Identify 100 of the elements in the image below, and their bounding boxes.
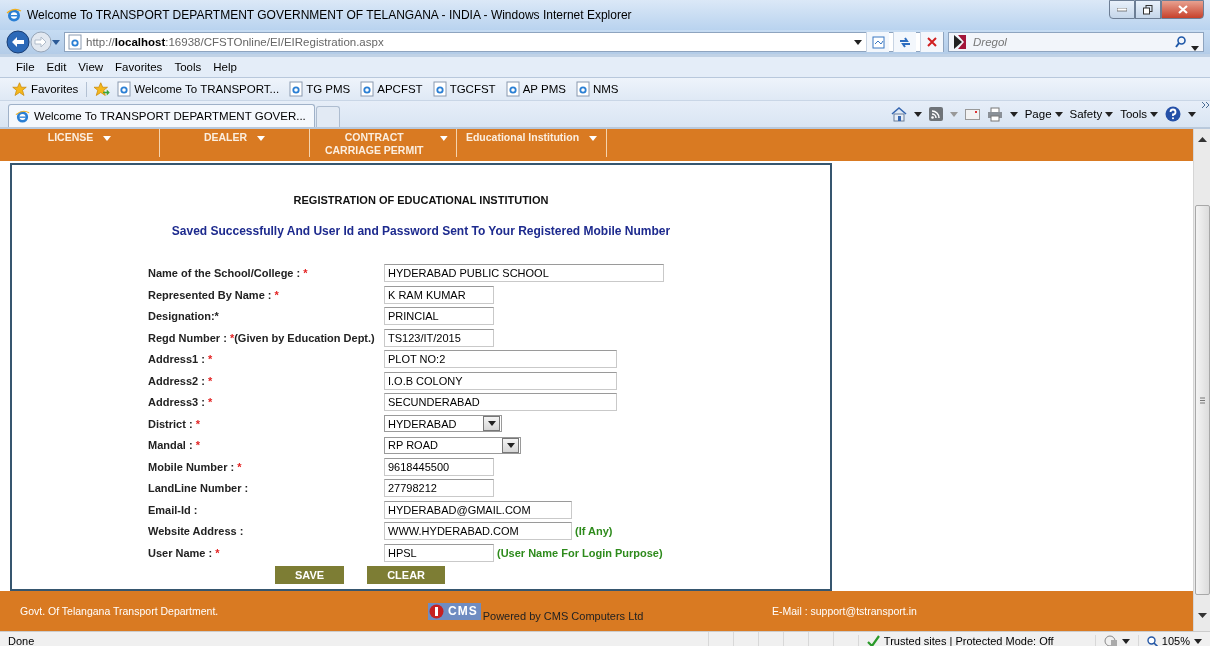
caret-icon: [913, 111, 922, 117]
page-icon: [505, 81, 520, 97]
text-field[interactable]: PLOT NO:2: [384, 350, 617, 369]
compatibility-button[interactable]: [866, 32, 889, 52]
zoom-level[interactable]: 105%: [1137, 635, 1210, 646]
favorites-button[interactable]: Favorites: [12, 81, 88, 97]
dropdown-caret-icon: [440, 136, 448, 141]
search-caret-icon: [1191, 46, 1199, 51]
favorite-link[interactable]: TGCFST: [429, 81, 499, 97]
favorite-link[interactable]: TG PMS: [286, 81, 354, 97]
page-icon: [117, 81, 132, 97]
command-menu[interactable]: Page: [1024, 108, 1063, 120]
stop-button[interactable]: [920, 32, 943, 52]
text-field[interactable]: HYDERABAD PUBLIC SCHOOL: [384, 264, 664, 283]
caret-icon: [949, 111, 958, 117]
field-label: Name of the School/College : *: [148, 267, 309, 280]
page-icon: [289, 81, 304, 97]
url-text: http://localhost:16938/CFSTOnline/EI/EIRegistration.aspx: [86, 36, 385, 48]
help-icon[interactable]: [1165, 106, 1181, 122]
field-label: Email-Id :: [148, 503, 199, 516]
search-provider-icon: [954, 35, 966, 49]
close-icon: [1177, 5, 1188, 14]
refresh-icon: [898, 35, 912, 49]
browser-logo-icon: [6, 7, 22, 23]
mail-icon[interactable]: [964, 108, 980, 120]
form-button[interactable]: SAVE: [275, 566, 345, 584]
text-field[interactable]: I.O.B COLONY: [384, 371, 617, 390]
stop-icon: [927, 37, 937, 47]
window-title: Welcome To TRANSPORT DEPARTMENT GOVERNMENT OF TELANGANA - INDIA - Windows Internet Explorer: [27, 8, 633, 22]
field-label: Address3 : *: [148, 396, 214, 409]
footer-email: E-Mail : support@tstransport.in: [772, 605, 917, 617]
dropdown-caret-icon: [487, 421, 496, 427]
scroll-up-icon[interactable]: [1197, 137, 1207, 143]
text-field[interactable]: K RAM KUMAR: [384, 285, 494, 304]
dropdown-field[interactable]: RP ROAD: [384, 436, 521, 454]
caret-icon: [1150, 111, 1158, 117]
menu-item[interactable]: Help: [207, 61, 243, 73]
text-field[interactable]: HPSL: [384, 543, 494, 562]
zoom-icon: [1146, 635, 1158, 646]
field-label: LandLine Number :: [148, 482, 250, 495]
status-text: Done: [8, 635, 36, 646]
dropdown-caret-icon: [589, 136, 598, 141]
dropdown-caret-icon: [257, 136, 266, 141]
refresh-button[interactable]: [893, 32, 916, 52]
text-field[interactable]: WWW.HYDERABAD.COM: [384, 522, 572, 541]
favorite-link[interactable]: NMS: [572, 81, 622, 97]
close-button[interactable]: [1161, 0, 1204, 19]
form-button[interactable]: CLEAR: [367, 566, 445, 584]
menu-item[interactable]: Favorites: [109, 61, 169, 73]
search-field[interactable]: Dregol: [948, 32, 1204, 52]
menu-item[interactable]: File: [10, 61, 41, 73]
success-message: Saved Successfully And User Id and Password Sent To Your Registered Mobile Number: [171, 224, 671, 238]
grip-icon: [1199, 396, 1205, 404]
scroll-down-icon[interactable]: [1197, 613, 1207, 619]
favorite-link[interactable]: AP PMS: [502, 81, 569, 97]
text-field[interactable]: HYDERABAD@GMAIL.COM: [384, 500, 572, 519]
field-label: Designation:*: [148, 310, 220, 323]
field-label: Address2 : *: [148, 374, 214, 387]
dropdown-caret-icon: [103, 136, 112, 141]
text-field[interactable]: 9618445500: [384, 457, 494, 476]
form-title: REGISTRATION OF EDUCATIONAL INSTITUTION: [293, 194, 549, 206]
company-logo: CMS: [428, 602, 481, 620]
text-field[interactable]: PRINCIAL: [384, 307, 494, 326]
back-button[interactable]: [6, 30, 30, 54]
compatibility-icon: [871, 35, 885, 49]
favorite-link[interactable]: APCFST: [357, 81, 426, 97]
address-caret-icon: [854, 39, 862, 45]
feeds-icon[interactable]: [928, 107, 943, 121]
command-menu[interactable]: Safety: [1069, 108, 1114, 120]
minimize-button[interactable]: [1109, 0, 1135, 19]
scrollbar[interactable]: [1193, 129, 1210, 631]
logo-mark-icon: [429, 603, 446, 619]
add-favorite-icon[interactable]: [93, 81, 111, 97]
restore-button[interactable]: [1135, 0, 1161, 19]
print-icon[interactable]: [986, 106, 1003, 122]
dropdown-field[interactable]: HYDERABAD: [384, 415, 502, 433]
field-label: Website Address :: [148, 525, 245, 538]
caret-icon: [1054, 111, 1063, 117]
star-icon: [12, 81, 27, 97]
favorite-link[interactable]: Welcome To TRANSPORT...: [114, 81, 283, 97]
caret-icon: [1188, 111, 1196, 117]
chevron-icon[interactable]: [1202, 101, 1210, 109]
menu-item[interactable]: View: [72, 61, 110, 73]
history-caret-icon: [52, 39, 60, 45]
powered-by-text: Powered by CMS Computers Ltd: [482, 609, 644, 622]
home-icon[interactable]: [890, 106, 907, 122]
menu-item[interactable]: Edit: [40, 61, 73, 73]
menu-item[interactable]: Tools: [168, 61, 208, 73]
field-label: Mandal : *: [148, 439, 201, 452]
text-field[interactable]: 27798212: [384, 479, 494, 498]
command-menu[interactable]: Tools: [1120, 108, 1158, 120]
page-icon: [360, 81, 375, 97]
field-label: User Name : *: [148, 546, 221, 559]
text-field[interactable]: TS123/IT/2015: [384, 328, 494, 347]
address-field[interactable]: http://localhost:16938/CFSTOnline/EI/EIRegistration.aspx: [64, 32, 944, 52]
text-field[interactable]: SECUNDERABAD: [384, 393, 617, 412]
check-icon: [866, 635, 880, 646]
caret-icon: [1105, 111, 1114, 117]
browser-tab[interactable]: Welcome To TRANSPORT DEPARTMENT GOVER...: [8, 104, 315, 127]
search-icon[interactable]: [1175, 36, 1186, 48]
